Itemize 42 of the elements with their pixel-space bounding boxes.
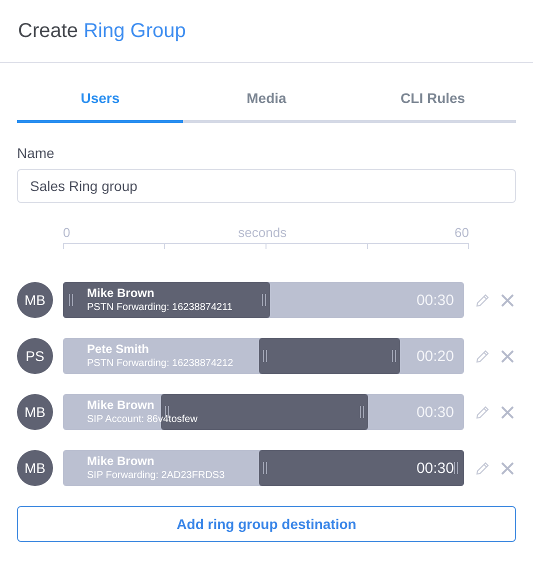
user-name: Pete Smith <box>87 342 150 356</box>
tab[interactable]: Media <box>183 75 350 123</box>
close-icon[interactable] <box>501 294 514 306</box>
ring-window[interactable] <box>63 282 270 318</box>
name-input-field[interactable]: Sales Ring group <box>17 169 516 203</box>
tab[interactable]: Users <box>17 75 184 123</box>
close-icon[interactable] <box>501 350 514 362</box>
pencil-icon[interactable] <box>476 350 489 362</box>
duration: 00:30 <box>416 404 454 421</box>
duration: 00:20 <box>416 348 454 365</box>
pencil-icon[interactable] <box>476 406 489 418</box>
close-icon[interactable] <box>501 406 514 418</box>
add-destination-button[interactable]: Add ring group destination <box>17 506 516 542</box>
field-label: Name <box>17 145 56 161</box>
page-title: Create Ring Group <box>18 20 186 42</box>
pencil-icon[interactable] <box>476 462 489 474</box>
start-handle[interactable] <box>263 462 268 474</box>
end-handle[interactable] <box>454 462 458 474</box>
avatar: PS <box>17 338 53 374</box>
start-handle[interactable] <box>69 294 73 306</box>
scale-min-label: 0 <box>63 225 70 240</box>
user-name: Mike Brown <box>87 398 156 412</box>
user-name: Mike Brown <box>87 286 156 300</box>
scale-unit-label: seconds <box>238 225 287 240</box>
end-handle[interactable] <box>360 406 364 418</box>
destination-detail: PSTN Forwarding: 16238874211 <box>87 301 232 314</box>
user-name: Mike Brown <box>87 454 156 468</box>
pencil-icon[interactable] <box>476 294 489 306</box>
avatar: MB <box>17 282 53 318</box>
end-handle[interactable] <box>392 350 396 362</box>
destination-detail: SIP Forwarding: 2AD23FRDS3 <box>87 469 225 482</box>
avatar: MB <box>17 450 53 486</box>
tab[interactable]: CLI Rules <box>350 75 516 123</box>
duration: 00:30 <box>416 292 454 309</box>
scale-max-label: 60 <box>454 225 469 240</box>
duration: 00:30 <box>416 460 454 477</box>
avatar: MB <box>17 394 53 430</box>
end-handle[interactable] <box>262 294 266 306</box>
start-handle[interactable] <box>263 350 268 362</box>
ring-window[interactable] <box>259 450 464 486</box>
close-icon[interactable] <box>501 462 514 474</box>
destination-detail: PSTN Forwarding: 16238874212 <box>87 357 234 370</box>
